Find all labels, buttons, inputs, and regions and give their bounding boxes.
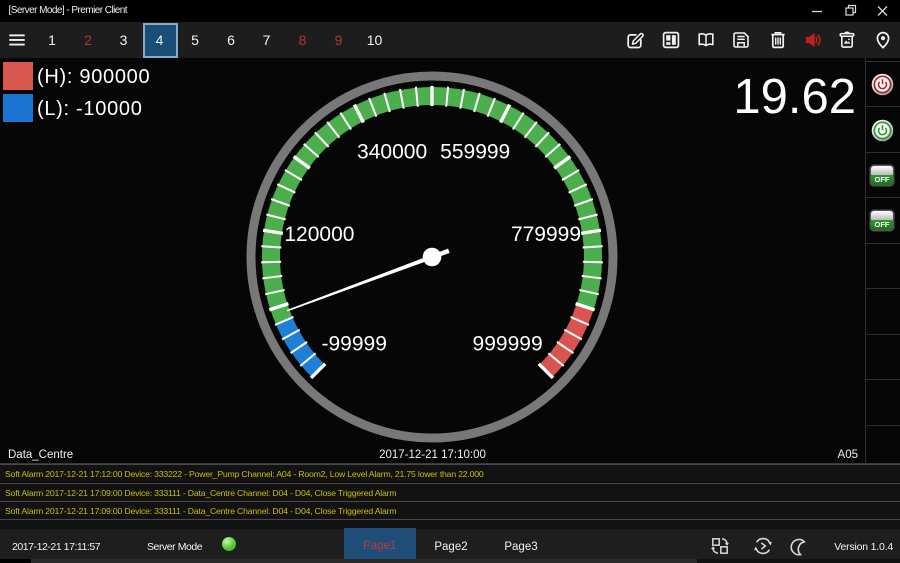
svg-text:-99999: -99999 <box>322 332 387 355</box>
svg-text:340000: 340000 <box>357 140 427 163</box>
svg-text:999999: 999999 <box>473 332 543 355</box>
svg-text:559999: 559999 <box>440 140 510 163</box>
svg-text:120000: 120000 <box>284 223 354 246</box>
svg-text:779999: 779999 <box>511 223 581 246</box>
